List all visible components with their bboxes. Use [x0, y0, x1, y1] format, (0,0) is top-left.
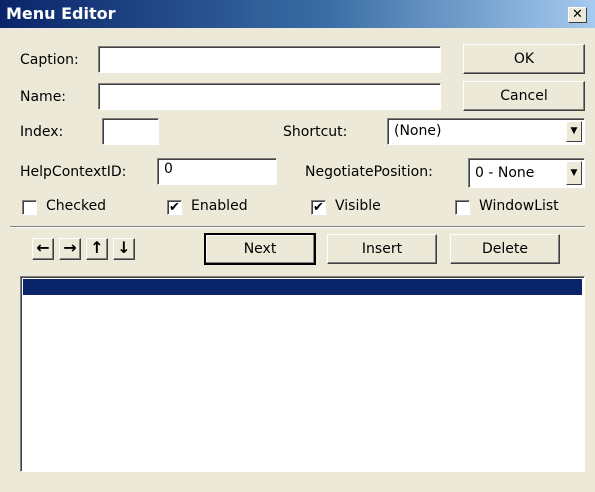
menu-editor-dialog: Menu Editor ✕ Caption: OK Name: Cancel I…	[0, 0, 595, 492]
separator	[10, 226, 585, 228]
move-left-button[interactable]: ←	[32, 238, 54, 260]
windowlist-label: WindowList	[479, 198, 559, 214]
arrow-up-icon: ↑	[90, 238, 104, 257]
close-icon: ✕	[572, 7, 583, 22]
checked-box[interactable]	[22, 200, 37, 215]
caption-label: Caption:	[20, 52, 79, 68]
windowlist-box[interactable]	[455, 200, 470, 215]
helpcontextid-input[interactable]: 0	[157, 158, 277, 185]
negotiateposition-value: 0 - None	[475, 165, 535, 181]
list-item-selected[interactable]	[23, 279, 582, 295]
visible-checkbox[interactable]: ✔ Visible	[311, 198, 421, 220]
move-up-button[interactable]: ↑	[86, 238, 108, 260]
negotiateposition-label: NegotiatePosition:	[305, 164, 433, 180]
windowlist-checkbox[interactable]: WindowList	[455, 198, 575, 220]
helpcontextid-label: HelpContextID:	[20, 164, 127, 180]
close-button[interactable]: ✕	[568, 7, 587, 23]
name-input[interactable]	[98, 83, 441, 110]
check-mark-icon: ✔	[313, 200, 324, 215]
name-label: Name:	[20, 89, 67, 105]
visible-box[interactable]: ✔	[311, 200, 326, 215]
chevron-down-icon: ▼	[570, 168, 578, 178]
menu-items-list[interactable]	[20, 276, 585, 472]
negotiateposition-dropdown-button[interactable]: ▼	[566, 161, 582, 185]
index-input[interactable]	[102, 118, 159, 145]
delete-button[interactable]: Delete	[450, 234, 560, 264]
enabled-box[interactable]: ✔	[167, 200, 182, 215]
enabled-checkbox[interactable]: ✔ Enabled	[167, 198, 277, 220]
shortcut-dropdown[interactable]: (None) ▼	[387, 118, 585, 145]
checked-label: Checked	[46, 198, 107, 214]
shortcut-value: (None)	[394, 123, 442, 139]
negotiateposition-dropdown[interactable]: 0 - None ▼	[468, 158, 585, 188]
index-label: Index:	[20, 124, 64, 140]
caption-input[interactable]	[98, 46, 441, 73]
move-down-button[interactable]: ↓	[113, 238, 135, 260]
insert-button[interactable]: Insert	[327, 234, 437, 264]
ok-button[interactable]: OK	[463, 44, 585, 74]
check-mark-icon: ✔	[169, 200, 180, 215]
next-button[interactable]: Next	[204, 233, 316, 265]
cancel-button[interactable]: Cancel	[463, 81, 585, 111]
shortcut-label: Shortcut:	[283, 124, 348, 140]
checked-checkbox[interactable]: Checked	[22, 198, 132, 220]
title-bar: Menu Editor ✕	[0, 0, 595, 28]
window-title: Menu Editor	[6, 4, 116, 23]
arrow-right-icon: →	[63, 238, 77, 257]
chevron-down-icon: ▼	[570, 126, 578, 136]
shortcut-dropdown-button[interactable]: ▼	[566, 121, 582, 142]
enabled-label: Enabled	[191, 198, 248, 214]
arrow-left-icon: ←	[36, 238, 50, 257]
visible-label: Visible	[335, 198, 381, 214]
arrow-down-icon: ↓	[117, 238, 131, 257]
move-right-button[interactable]: →	[59, 238, 81, 260]
